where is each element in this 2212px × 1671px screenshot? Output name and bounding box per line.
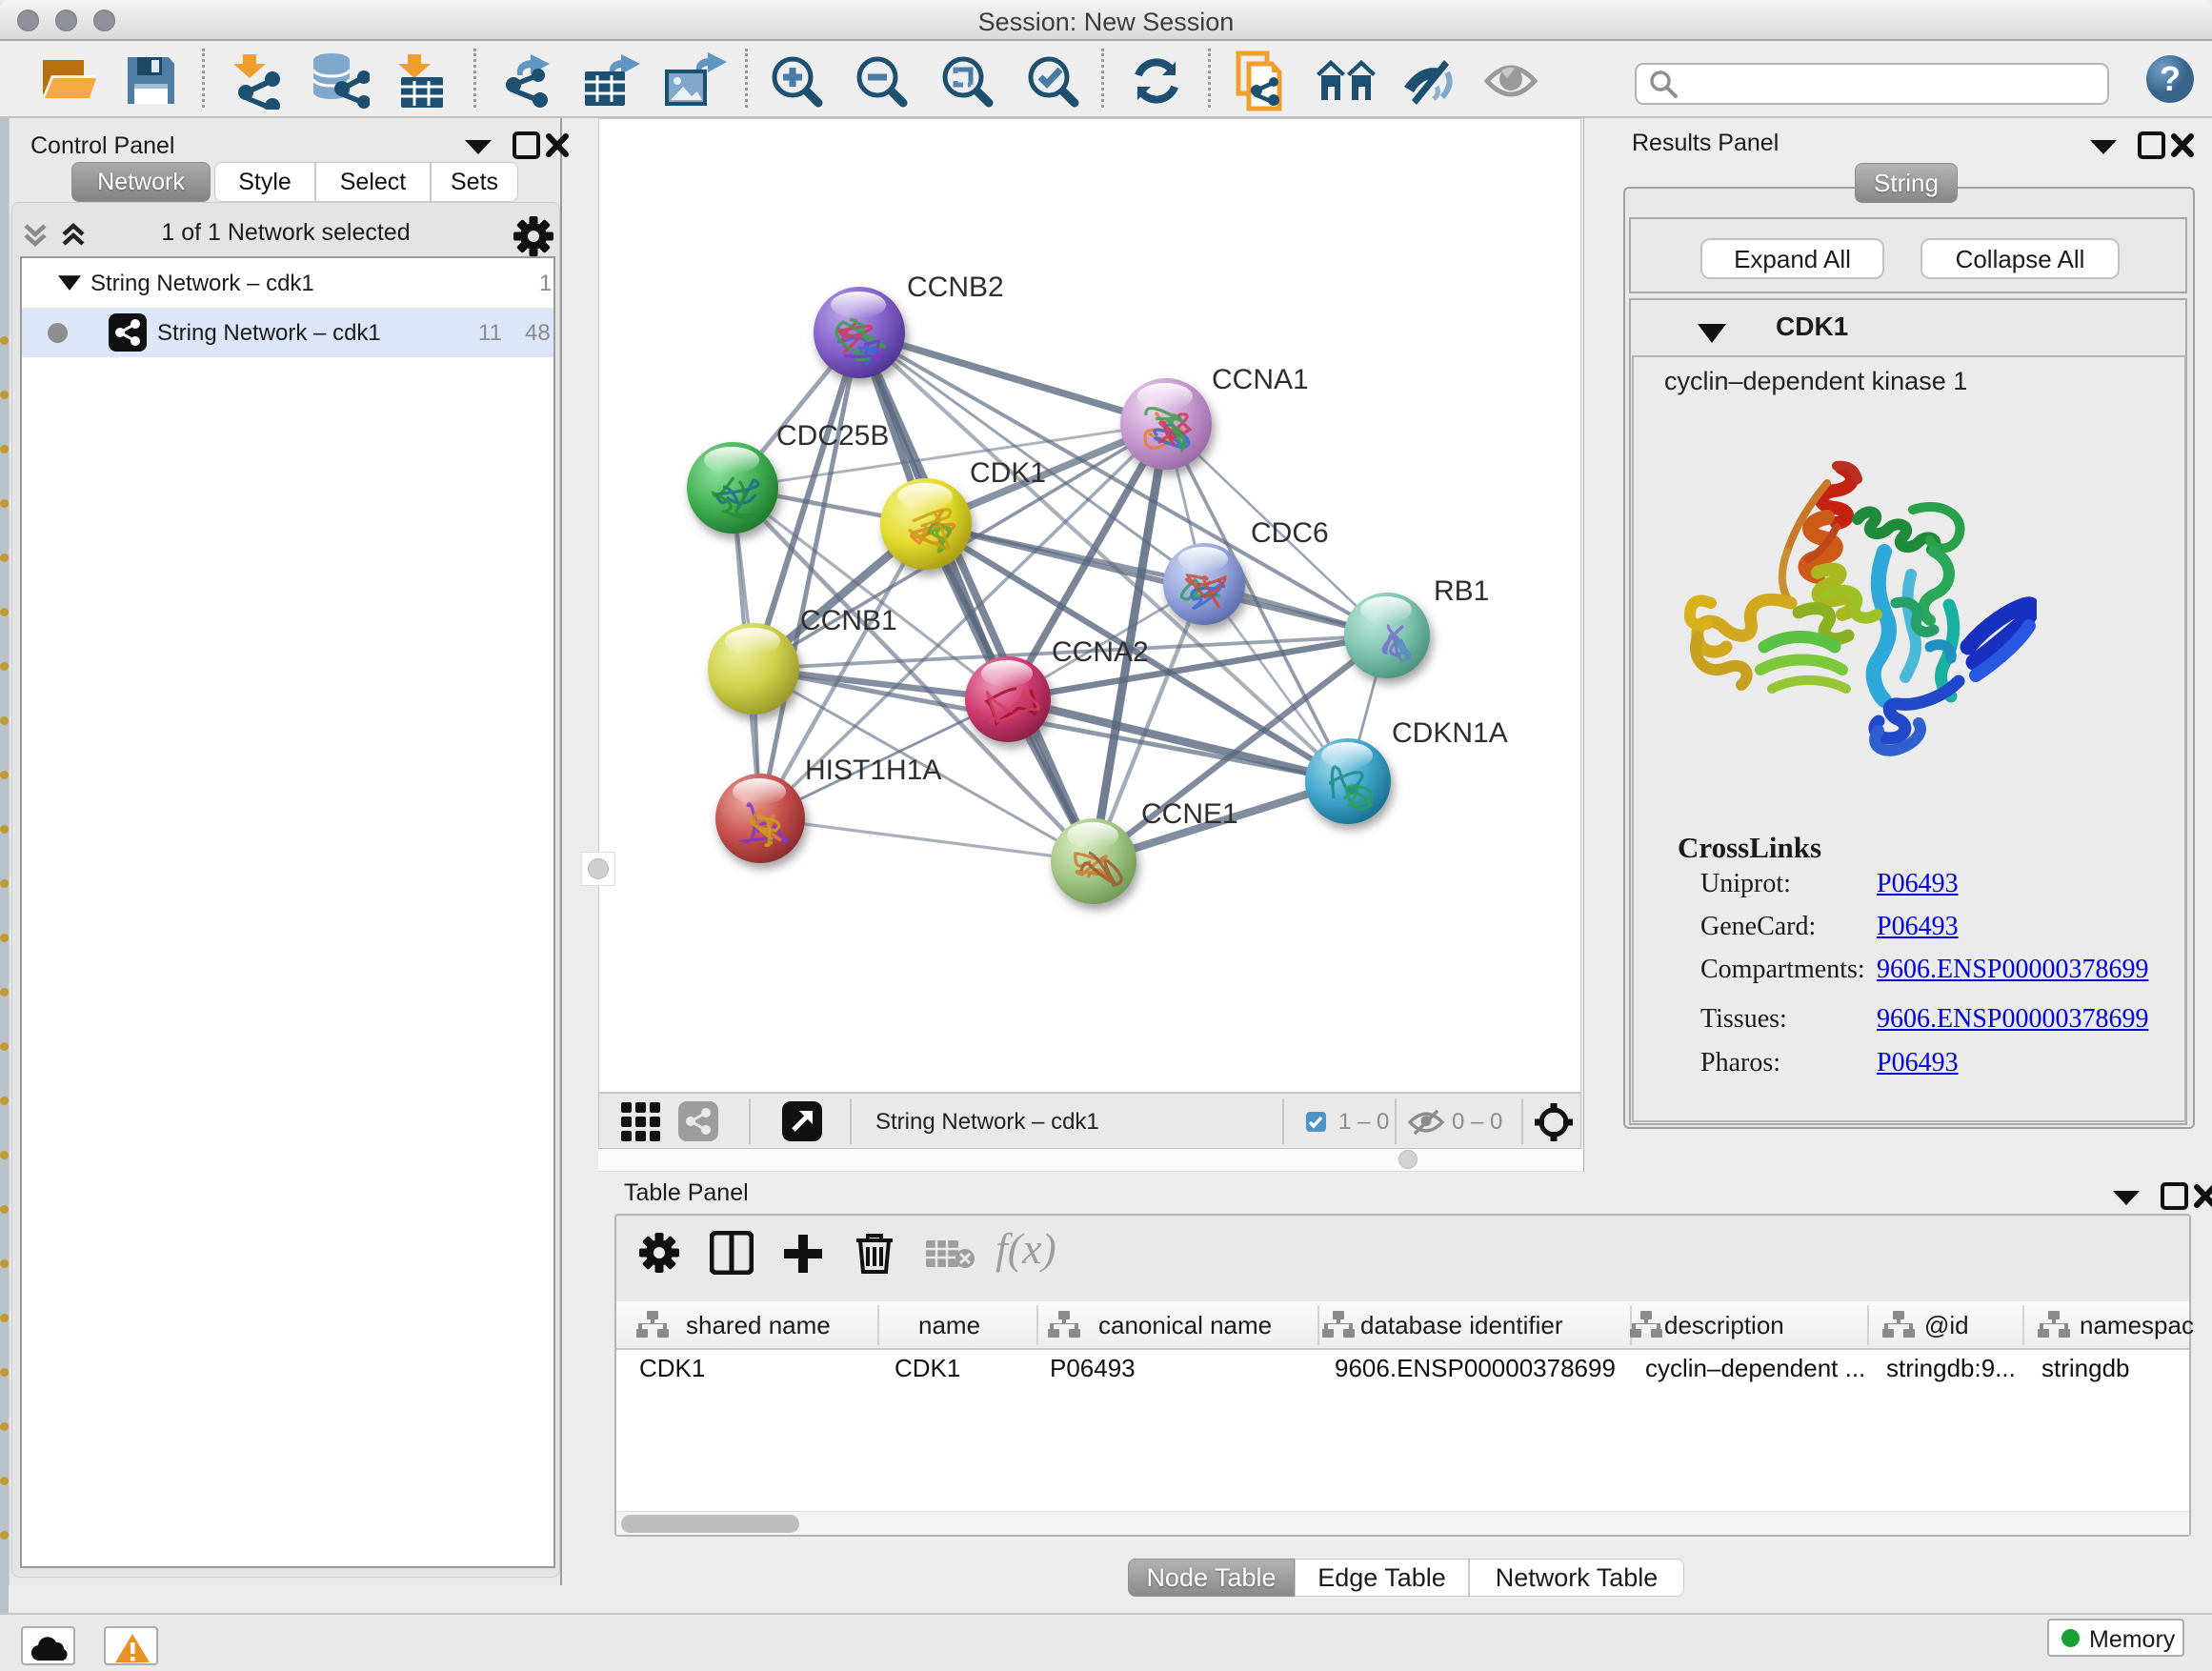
svg-text:CCNA2: CCNA2 (1052, 636, 1149, 668)
svg-text:RB1: RB1 (1434, 575, 1489, 607)
svg-text:CCNB1: CCNB1 (800, 605, 897, 636)
svg-text:CCNA1: CCNA1 (1212, 364, 1309, 395)
svg-text:CDC25B: CDC25B (776, 420, 889, 452)
svg-text:HIST1H1A: HIST1H1A (805, 755, 941, 786)
svg-text:CDKN1A: CDKN1A (1392, 717, 1508, 749)
svg-text:CDK1: CDK1 (970, 457, 1046, 489)
svg-text:CDC6: CDC6 (1251, 517, 1329, 549)
svg-text:CCNE1: CCNE1 (1141, 798, 1238, 830)
svg-text:?: ? (2160, 59, 2181, 98)
svg-text:CCNB2: CCNB2 (907, 272, 1004, 303)
